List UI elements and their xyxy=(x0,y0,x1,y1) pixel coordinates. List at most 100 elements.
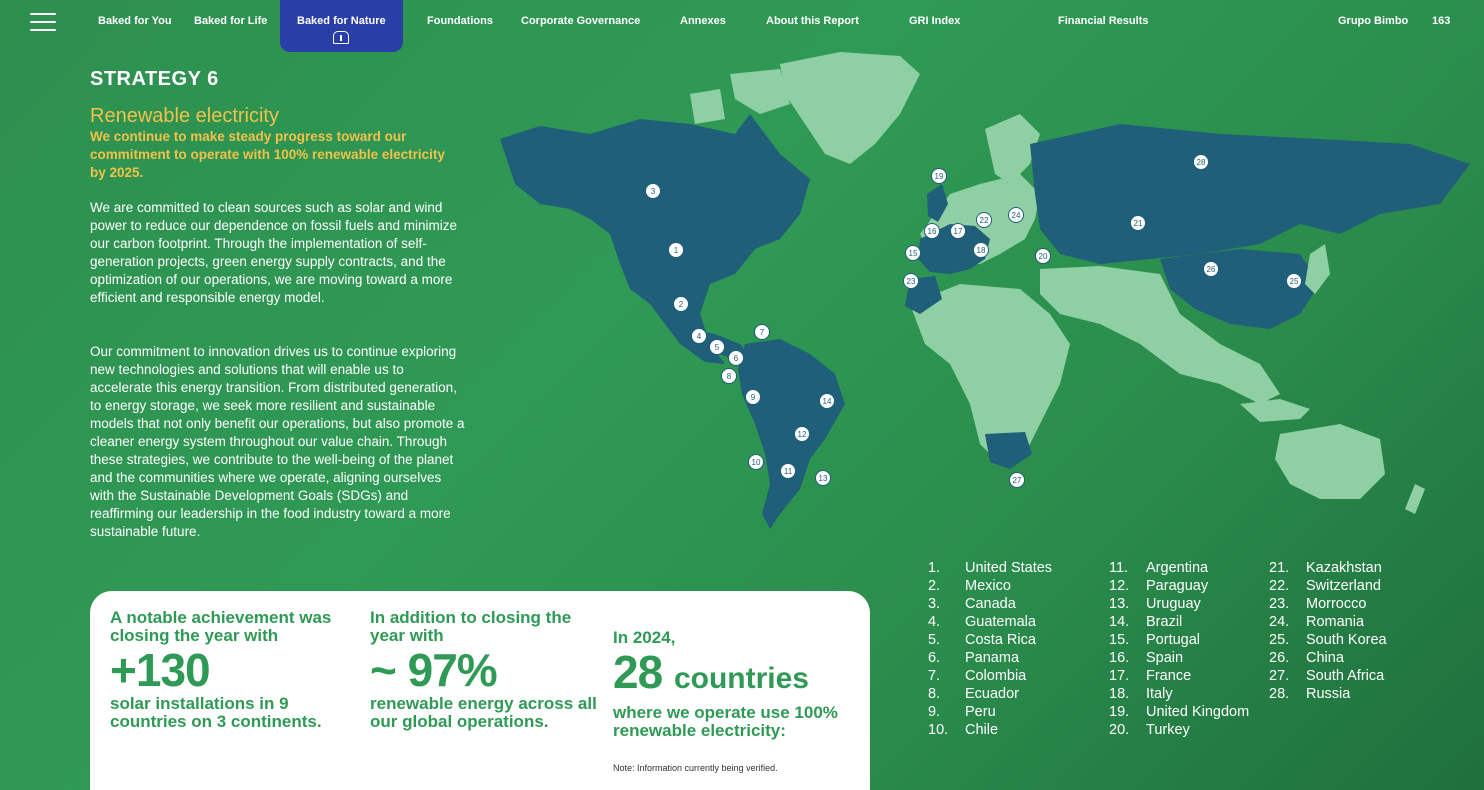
map-pin-number: 17 xyxy=(954,227,963,236)
country-number: 18. xyxy=(1109,686,1130,702)
country-list-item: 21. Kazakhstan xyxy=(1269,559,1387,577)
map-pin-19[interactable]: 19 xyxy=(931,168,947,184)
country-number: 16. xyxy=(1109,650,1130,666)
country-list-item: 8. Ecuador xyxy=(928,685,1052,703)
map-pin-9[interactable]: 9 xyxy=(745,389,761,405)
strategy-heading: STRATEGY 6 xyxy=(90,68,219,90)
nav-item-financial-results[interactable]: Financial Results xyxy=(1058,15,1148,27)
map-land-new-zealand xyxy=(1405,484,1425,514)
stat-renewable-energy: In addition to closing the year with ~ 9… xyxy=(370,609,600,731)
country-name: Portugal xyxy=(1146,632,1201,648)
map-pin-15[interactable]: 15 xyxy=(905,245,921,261)
country-list-item: 1. United States xyxy=(928,559,1052,577)
map-pin-number: 10 xyxy=(752,458,761,467)
lead-paragraph: We continue to make steady progress towa… xyxy=(90,129,445,180)
country-list-column-3: 21. Kazakhstan 22. Switzerland 23. Morrocco 24… xyxy=(1269,559,1387,703)
nav-item-baked-for-life[interactable]: Baked for Life xyxy=(194,15,267,27)
map-pin-5[interactable]: 5 xyxy=(709,339,725,355)
map-pin-6[interactable]: 6 xyxy=(728,350,744,366)
stat-head: A notable achievement was closing the ye… xyxy=(110,608,332,645)
map-pin-number: 22 xyxy=(980,216,989,225)
country-name: China xyxy=(1306,650,1344,666)
country-number: 5. xyxy=(928,632,941,648)
map-pin-1[interactable]: 1 xyxy=(668,242,684,258)
map-pin-number: 26 xyxy=(1207,265,1216,274)
nav-item-label: Baked for Nature xyxy=(297,15,386,27)
stats-card: A notable achievement was closing the ye… xyxy=(90,591,870,790)
bread-icon xyxy=(333,31,350,44)
map-pin-12[interactable]: 12 xyxy=(794,426,810,442)
nav-item-foundations[interactable]: Foundations xyxy=(427,15,493,27)
map-pin-20[interactable]: 20 xyxy=(1035,248,1051,264)
country-number: 15. xyxy=(1109,632,1130,648)
map-pin-number: 8 xyxy=(727,372,732,381)
map-pin-7[interactable]: 7 xyxy=(754,324,770,340)
stat-value: ~ 97% xyxy=(370,644,498,696)
country-name: Kazakhstan xyxy=(1306,560,1382,576)
nav-item-label: GRI Index xyxy=(909,15,961,27)
map-pin-18[interactable]: 18 xyxy=(973,242,989,258)
nav-item-baked-for-you[interactable]: Baked for You xyxy=(98,15,172,27)
map-pin-28[interactable]: 28 xyxy=(1193,154,1209,170)
map-pin-21[interactable]: 21 xyxy=(1130,215,1146,231)
map-pin-16[interactable]: 16 xyxy=(924,223,940,239)
nav-item-annexes[interactable]: Annexes xyxy=(680,15,726,27)
nav-item-corporate-governance[interactable]: Corporate Governance xyxy=(521,15,640,27)
map-pin-number: 19 xyxy=(935,172,944,181)
map-pin-14[interactable]: 14 xyxy=(819,393,835,409)
country-name: Ecuador xyxy=(965,686,1020,702)
map-pin-number: 9 xyxy=(751,393,756,402)
nav-item-baked-for-nature[interactable]: Baked for Nature xyxy=(280,0,403,52)
map-land-australia xyxy=(1275,424,1385,499)
country-number: 1. xyxy=(928,560,941,576)
map-pin-number: 14 xyxy=(823,397,832,406)
map-pin-11[interactable]: 11 xyxy=(780,463,796,479)
map-pin-8[interactable]: 8 xyxy=(721,368,737,384)
map-pin-17[interactable]: 17 xyxy=(950,223,966,239)
country-name: South Africa xyxy=(1306,668,1385,684)
map-pin-number: 5 xyxy=(715,343,720,352)
country-name: United States xyxy=(965,560,1053,576)
stat-foot: where we operate use 100% renewable elec… xyxy=(613,703,838,740)
map-pin-4[interactable]: 4 xyxy=(691,328,707,344)
country-list-column-1: 1. United States 2. Mexico 3. Canada 4. Guatema… xyxy=(928,559,1052,739)
map-pin-27[interactable]: 27 xyxy=(1009,472,1025,488)
country-name: Switzerland xyxy=(1306,578,1381,594)
country-list-item: 11. Argentina xyxy=(1109,559,1249,577)
map-pin-26[interactable]: 26 xyxy=(1203,261,1219,277)
country-name: Guatemala xyxy=(965,614,1036,630)
map-pin-24[interactable]: 24 xyxy=(1008,207,1024,223)
country-list-item: 18. Italy xyxy=(1109,685,1249,703)
map-pin-number: 21 xyxy=(1134,219,1143,228)
map-pin-3[interactable]: 3 xyxy=(645,183,661,199)
stat-value-number: 28 xyxy=(613,646,663,698)
menu-icon[interactable] xyxy=(30,13,56,31)
nav-item-gri-index[interactable]: GRI Index xyxy=(909,15,960,27)
country-list-item: 4. Guatemala xyxy=(928,613,1052,631)
country-list-column-2: 11. Argentina 12. Paraguay 13. Uruguay 14. Braz… xyxy=(1109,559,1249,739)
map-pin-13[interactable]: 13 xyxy=(815,470,831,486)
country-name: Russia xyxy=(1306,686,1351,702)
map-pin-2[interactable]: 2 xyxy=(673,296,689,312)
map-pin-number: 11 xyxy=(784,467,793,476)
nav-item-about-this-report[interactable]: About this Report xyxy=(766,15,859,27)
map-pin-23[interactable]: 23 xyxy=(903,273,919,289)
stat-head: In addition to closing the year with xyxy=(370,608,572,645)
nav-item-label: Corporate Governance xyxy=(521,15,641,27)
map-pin-number: 24 xyxy=(1012,211,1021,220)
country-name: Turkey xyxy=(1146,722,1190,738)
stat-head: In 2024, xyxy=(613,628,676,647)
map-pin-25[interactable]: 25 xyxy=(1286,273,1302,289)
country-list-item: 26. China xyxy=(1269,649,1387,667)
map-pin-10[interactable]: 10 xyxy=(748,454,764,470)
country-number: 3. xyxy=(928,596,941,612)
country-list-item: 5. Costa Rica xyxy=(928,631,1052,649)
body-paragraph-1: We are committed to clean sources such a… xyxy=(90,200,457,305)
country-name: Brazil xyxy=(1146,614,1183,630)
country-number: 17. xyxy=(1109,668,1130,684)
page-number: 163 xyxy=(1432,15,1451,27)
map-pin-22[interactable]: 22 xyxy=(976,212,992,228)
map-pin-number: 1 xyxy=(674,246,679,255)
country-number: 25. xyxy=(1269,632,1290,648)
map-pin-number: 12 xyxy=(798,430,807,439)
